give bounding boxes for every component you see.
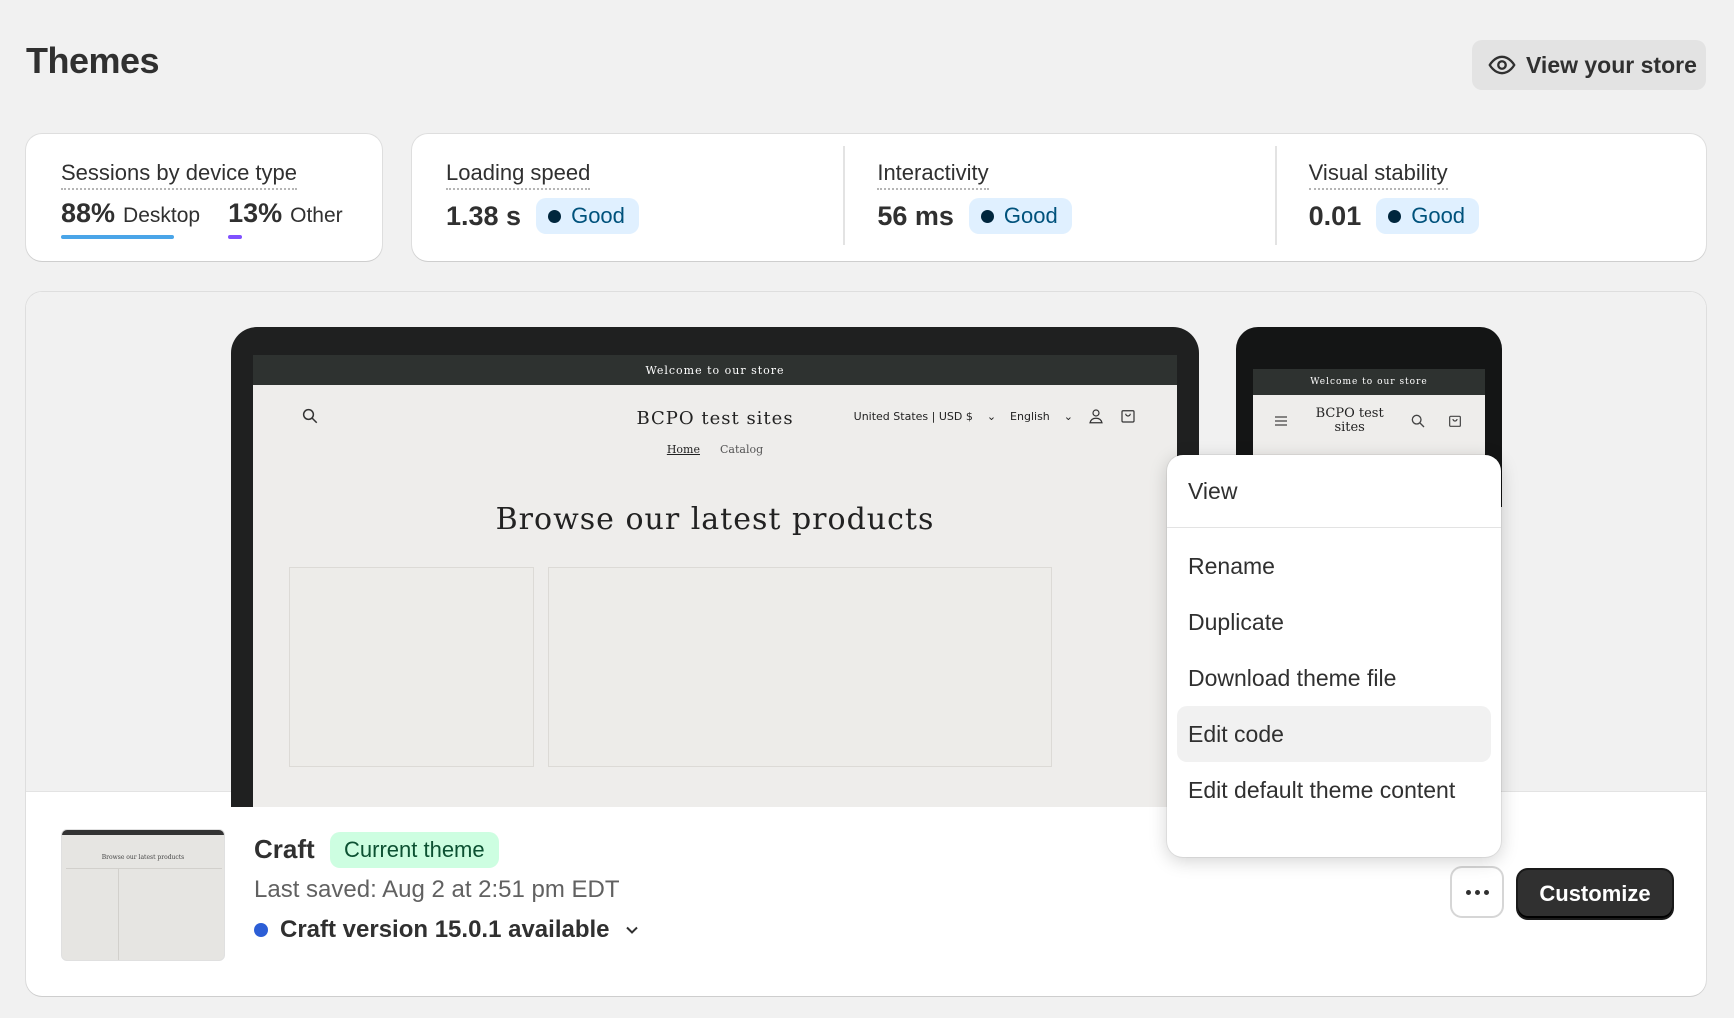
metric-value: 1.38 s — [446, 200, 522, 231]
metric-visual-stability: Visual stability 0.01 Good — [1274, 134, 1706, 261]
chevron-down-icon: ⌄ — [1063, 409, 1073, 423]
view-store-label: View your store — [1526, 51, 1697, 78]
search-icon — [1411, 414, 1425, 428]
last-saved: Last saved: Aug 2 at 2:51 pm EDT — [254, 876, 620, 903]
metric-label[interactable]: Visual stability — [1308, 160, 1448, 190]
status-text: Good — [571, 203, 625, 228]
product-card — [289, 567, 534, 767]
metric-interactivity: Interactivity 56 ms Good — [843, 134, 1274, 261]
metric-value: 56 ms — [877, 200, 954, 231]
metric-label[interactable]: Loading speed — [446, 160, 591, 190]
desktop-label: Desktop — [123, 204, 201, 227]
menu-item-rename[interactable]: Rename — [1177, 538, 1491, 594]
dot-icon — [1474, 889, 1480, 895]
menu-divider — [1167, 527, 1501, 528]
status-text: Good — [1003, 203, 1058, 228]
cart-icon — [1449, 415, 1461, 427]
session-desktop: 88% Desktop — [61, 198, 200, 239]
menu-item-duplicate[interactable]: Duplicate — [1177, 594, 1491, 650]
account-icon — [1089, 409, 1103, 424]
version-text: Craft version 15.0.1 available — [280, 916, 610, 943]
menu-item-view[interactable]: View — [1177, 463, 1491, 519]
menu-item-download-theme-file[interactable]: Download theme file — [1177, 650, 1491, 706]
chevron-down-icon — [625, 926, 638, 934]
theme-thumbnail: Browse our latest products — [61, 829, 225, 961]
page-title: Themes — [26, 40, 160, 81]
menu-item-edit-default-theme-content[interactable]: Edit default theme content — [1177, 762, 1491, 818]
thumbnail-hero-text: Browse our latest products — [101, 854, 185, 861]
view-store-button[interactable]: View your store — [1472, 40, 1706, 90]
language-selector: English — [1010, 409, 1050, 423]
product-card — [548, 567, 1052, 767]
status-badge: Good — [536, 198, 639, 234]
status-text: Good — [1411, 203, 1466, 228]
announcement-bar: Welcome to our store — [253, 355, 1177, 385]
desktop-preview: Welcome to our store BCPO test sites Uni… — [231, 327, 1199, 807]
mobile-store-name: BCPO test sites — [1315, 406, 1384, 435]
currency-selector: United States | USD $ — [853, 409, 973, 423]
chevron-down-icon: ⌄ — [986, 409, 997, 423]
dot-icon — [1483, 889, 1489, 895]
status-dot-icon — [548, 209, 562, 223]
status-dot-icon — [1388, 209, 1402, 223]
eye-icon — [1488, 55, 1516, 75]
desktop-pct: 88% — [61, 198, 116, 228]
metric-value: 0.01 — [1308, 200, 1362, 231]
other-pct: 13% — [228, 198, 283, 228]
menu-icon — [1275, 416, 1287, 426]
search-icon — [302, 408, 318, 424]
info-dot-icon — [254, 923, 268, 937]
metric-label[interactable]: Interactivity — [877, 160, 989, 190]
status-badge: Good — [1376, 198, 1480, 234]
menu-item-edit-code[interactable]: Edit code — [1177, 706, 1491, 762]
web-vitals-card: Loading speed 1.38 s Good Interactivity … — [412, 134, 1706, 261]
theme-actions-menu: View Rename Duplicate Download theme fil… — [1167, 455, 1501, 857]
desktop-bar — [61, 235, 174, 239]
status-badge: Good — [968, 198, 1072, 234]
mobile-announcement-bar: Welcome to our store — [1253, 369, 1485, 395]
other-bar — [228, 235, 243, 239]
sessions-card: Sessions by device type 88% Desktop 13% … — [26, 134, 382, 261]
current-theme-badge: Current theme — [330, 832, 499, 868]
more-actions-button[interactable] — [1452, 868, 1502, 916]
store-name: BCPO test sites — [636, 407, 794, 429]
hero-heading: Browse our latest products — [495, 502, 935, 537]
dot-icon — [1465, 889, 1471, 895]
version-notice[interactable]: Craft version 15.0.1 available — [254, 916, 642, 944]
theme-name: Craft — [254, 834, 315, 864]
other-label: Other — [290, 204, 343, 227]
sessions-label[interactable]: Sessions by device type — [61, 160, 298, 190]
session-other: 13% Other — [228, 198, 343, 239]
customize-button[interactable]: Customize — [1518, 870, 1672, 918]
status-dot-icon — [980, 209, 994, 223]
cart-icon — [1121, 410, 1135, 423]
metric-loading-speed: Loading speed 1.38 s Good — [412, 134, 843, 261]
